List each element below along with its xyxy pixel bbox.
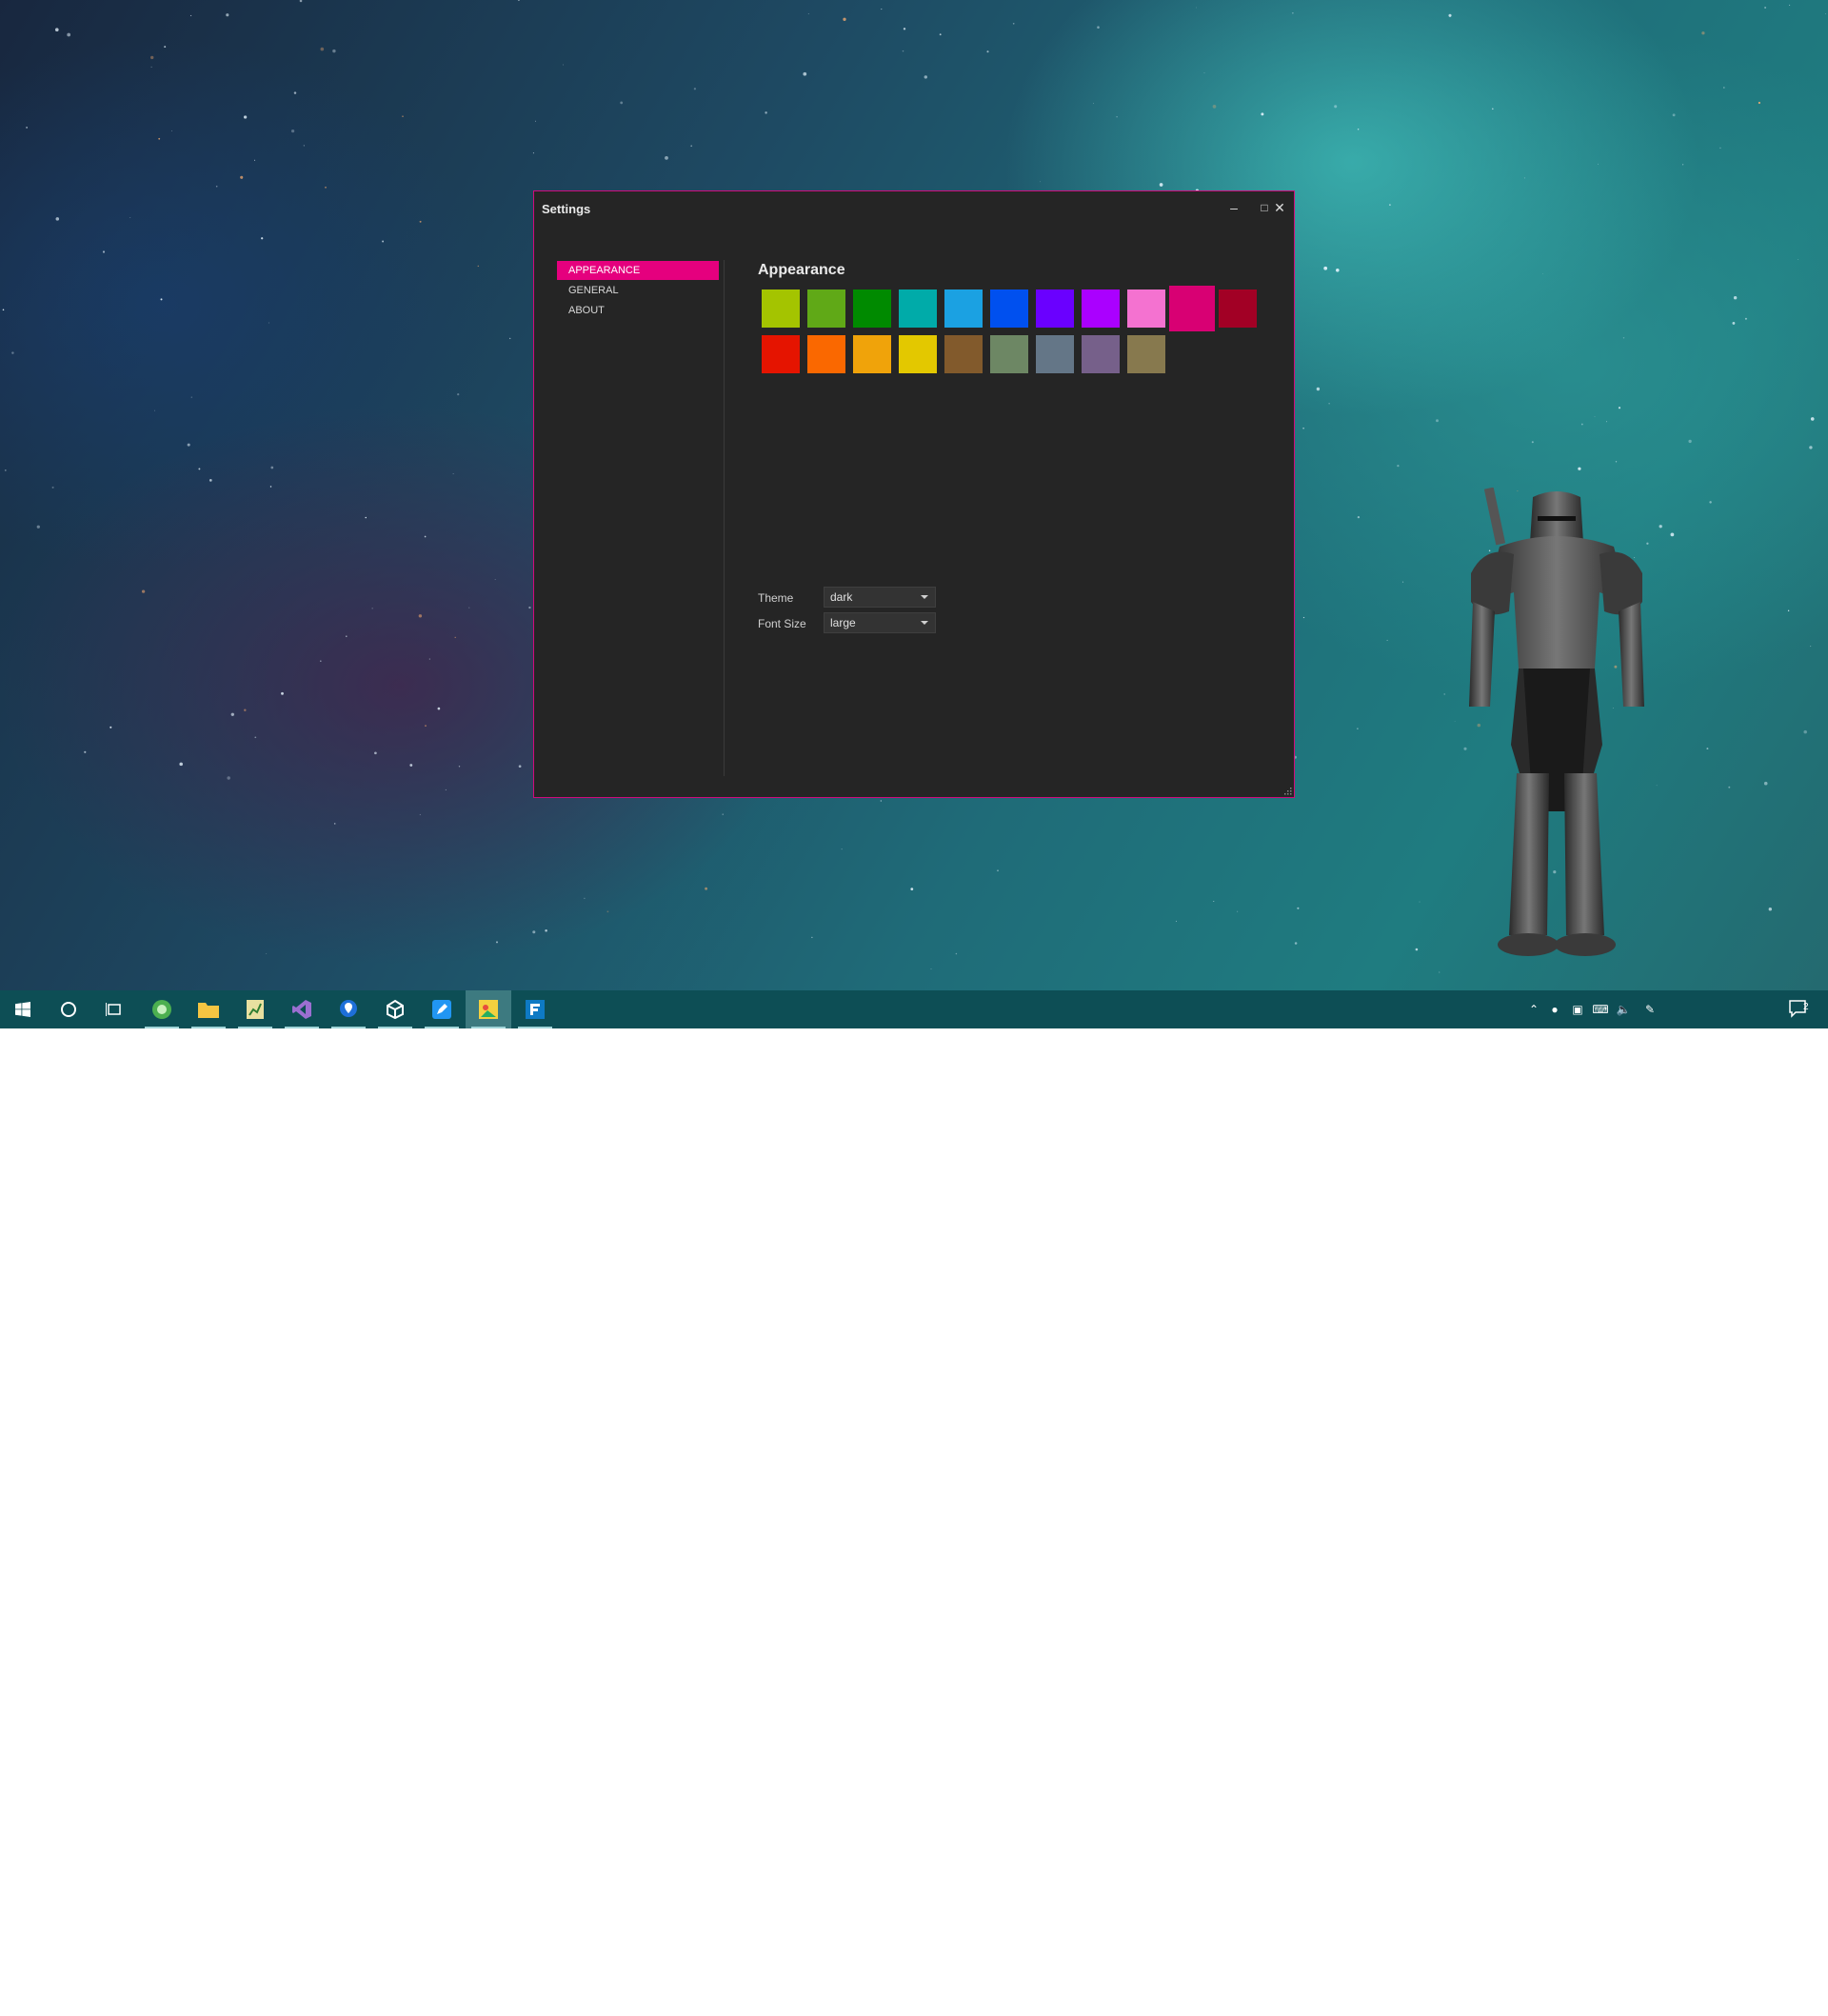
appearance-heading: Appearance [758,262,845,278]
clock[interactable]: 00:26 2018-11-03 [1704,1984,1773,2016]
pen-ink-icon[interactable]: ✎ [1641,1000,1659,1019]
font-size-select[interactable]: large [824,612,936,633]
taskbar-app-unity[interactable] [372,990,418,1028]
close-button[interactable]: ✕ [1265,195,1294,220]
clock-time: 00:26 [1723,1985,1754,1998]
cortana-button[interactable] [46,990,91,1028]
accent-color-swatch[interactable] [990,289,1028,328]
taskbar-app-paint[interactable] [466,990,511,1028]
task-view-button[interactable] [91,990,137,1028]
settings-window: Settings – □ ✕ APPEARANCE GENERAL ABOUT … [533,190,1295,798]
cortana-icon [61,1002,76,1017]
chevron-down-icon [921,595,928,599]
action-center-button[interactable]: 2 [1777,990,1822,1028]
visual-studio-icon [292,1000,311,1019]
accent-color-swatch[interactable] [899,289,937,328]
unity-icon [387,999,404,1020]
browser-app-icon [152,1000,171,1019]
app-tray-icon[interactable]: ▣ [1569,1000,1586,1019]
network-icon[interactable]: ⌨ [1592,1000,1609,1019]
nav-item-about[interactable]: ABOUT [557,301,719,320]
accent-color-swatch[interactable] [1127,289,1165,328]
taskbar: ⌃ ● ▣ ⌨ 🔈 ✎ ENG 00:26 2018-11-03 2 [0,990,1828,2014]
accent-color-swatch[interactable] [853,335,891,373]
minimize-button[interactable]: – [1220,195,1248,220]
nav-divider [724,260,725,776]
accent-color-swatch[interactable] [807,289,845,328]
accent-color-swatch[interactable] [1127,335,1165,373]
accent-color-swatch[interactable] [990,335,1028,373]
window-titlebar[interactable]: Settings – □ ✕ [534,191,1294,226]
taskbar-app-spreadsheet[interactable] [232,990,278,1028]
editor-app-icon [432,1000,451,1019]
task-view-icon [106,1003,121,1016]
file-explorer-icon [198,1003,219,1018]
chevron-down-icon [921,621,928,625]
accent-color-swatch[interactable] [1219,289,1257,328]
accent-color-swatch[interactable] [853,289,891,328]
theme-select-value: dark [830,590,853,604]
accent-color-swatch[interactable] [1169,286,1215,331]
windows-logo-icon [15,1002,30,1017]
accent-color-swatch[interactable] [944,335,983,373]
steam-tray-icon[interactable]: ● [1546,1000,1563,1019]
accent-color-swatch[interactable] [944,289,983,328]
accent-color-swatch[interactable] [762,335,800,373]
taskbar-app-browser[interactable] [139,990,185,1028]
notification-count: 2 [1803,1002,1809,1012]
chevron-up-icon[interactable]: ⌃ [1525,1000,1542,1019]
resize-grip-icon[interactable] [1282,786,1292,795]
taskbar-app-editor[interactable] [419,990,465,1028]
desktop-background: Settings – □ ✕ APPEARANCE GENERAL ABOUT … [0,0,1828,1028]
clock-date: 2018-11-03 [1709,2001,1768,2014]
theme-label: Theme [758,591,794,605]
start-button[interactable] [0,990,46,1028]
accent-color-swatch[interactable] [1082,335,1120,373]
settings-app-icon [526,1000,545,1019]
taskbar-app-file-explorer[interactable] [186,990,231,1028]
font-size-label: Font Size [758,617,806,630]
accent-color-swatch[interactable] [807,335,845,373]
accent-color-swatch[interactable] [1082,289,1120,328]
volume-icon[interactable]: 🔈 [1615,1000,1632,1019]
maps-icon [340,1000,357,1017]
accent-color-swatch[interactable] [762,289,800,328]
paint-app-icon [479,1000,498,1019]
settings-nav: APPEARANCE GENERAL ABOUT [557,261,719,321]
taskbar-app-settings[interactable] [512,990,558,1028]
spreadsheet-app-icon [247,1000,264,1019]
nav-item-appearance[interactable]: APPEARANCE [557,261,719,280]
input-language[interactable]: ENG [1670,1992,1695,2006]
knight-figure [1469,488,1644,956]
accent-color-palette [762,286,1257,375]
window-title: Settings [542,202,591,216]
font-size-select-value: large [830,616,856,629]
nav-item-general[interactable]: GENERAL [557,281,719,300]
accent-color-swatch[interactable] [1036,289,1074,328]
taskbar-app-maps[interactable] [326,990,371,1028]
theme-select[interactable]: dark [824,587,936,608]
accent-color-swatch[interactable] [899,335,937,373]
accent-color-swatch[interactable] [1036,335,1074,373]
taskbar-app-visual-studio[interactable] [279,990,325,1028]
